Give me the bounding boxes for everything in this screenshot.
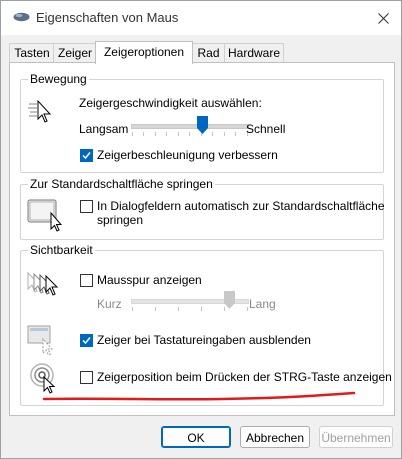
enhance-precision-label: Zeigerbeschleunigung verbessern — [97, 148, 278, 162]
checkmark-icon — [82, 337, 91, 345]
tab-hardware[interactable]: Hardware — [224, 43, 284, 63]
speed-slider-thumb[interactable] — [197, 116, 208, 134]
motion-group: Bewegung Zeigergeschwindigkeit auswählen… — [20, 72, 384, 173]
pointer-trails-checkbox[interactable] — [80, 274, 93, 287]
ctrl-locate-pointer-checkbox[interactable] — [80, 371, 93, 384]
mouse-icon — [13, 12, 30, 22]
cancel-button[interactable]: Abbrechen — [240, 426, 310, 448]
tab-label: Hardware — [227, 46, 281, 60]
speed-label: Zeigergeschwindigkeit auswählen: — [79, 96, 262, 110]
pointer-speed-icon — [28, 99, 52, 123]
close-icon — [377, 12, 389, 24]
group-label: Bewegung — [28, 72, 89, 86]
slow-label: Langsam — [79, 122, 129, 136]
trails-long-label: Lang — [249, 297, 276, 311]
group-label: Zur Standardschaltfläche springen — [28, 177, 215, 191]
snap-to-label-line2: springen — [97, 213, 144, 227]
tab-pointers[interactable]: Zeiger — [53, 43, 97, 63]
trails-short-label: Kurz — [97, 297, 122, 311]
tab-label: Zeiger — [57, 46, 92, 60]
fast-label: Schnell — [246, 122, 286, 136]
pointer-trails-icon — [27, 271, 59, 296]
snap-to-group: Zur Standardschaltfläche springen In Dia… — [20, 177, 385, 240]
ok-button[interactable]: OK — [161, 426, 231, 448]
hide-while-typing-label: Zeiger bei Tastatureingaben ausblenden — [97, 333, 311, 347]
tab-wheel[interactable]: Rad — [191, 43, 226, 63]
visibility-group: Sichtbarkeit Mausspur anzeigen Kurz Lang — [20, 243, 392, 406]
title-bar: Eigenschaften von Maus — [1, 1, 401, 35]
close-button[interactable] — [365, 1, 401, 35]
snap-to-button-icon — [27, 199, 63, 232]
group-label: Sichtbarkeit — [28, 243, 95, 257]
red-annotation-underline — [42, 391, 356, 401]
trails-slider-thumb[interactable] — [224, 291, 235, 309]
hide-while-typing-checkbox[interactable] — [80, 334, 93, 347]
speed-slider-track[interactable] — [131, 124, 249, 129]
snap-to-checkbox[interactable] — [80, 200, 93, 213]
ctrl-locate-pointer-label: Zeigerposition beim Drücken der STRG-Tas… — [97, 370, 392, 384]
tab-label: Tasten — [14, 46, 50, 60]
pointer-trails-label: Mausspur anzeigen — [97, 273, 202, 287]
tab-pointer-options[interactable]: Zeigeroptionen — [95, 41, 193, 64]
snap-to-label: In Dialogfeldern automatisch zur Standar… — [97, 199, 385, 213]
apply-button[interactable]: Übernehmen — [319, 426, 393, 448]
tab-label: Zeigeroptionen — [103, 45, 185, 59]
hide-pointer-icon — [27, 325, 54, 356]
tab-label: Rad — [197, 46, 220, 60]
enhance-precision-checkbox[interactable] — [80, 149, 93, 162]
mouse-properties-window: Eigenschaften von Maus Tasten Zeiger Zei… — [0, 0, 402, 459]
checkmark-icon — [82, 152, 91, 160]
window-title: Eigenschaften von Maus — [36, 10, 179, 25]
tab-buttons[interactable]: Tasten — [9, 43, 55, 63]
speed-slider-ticks — [132, 132, 248, 136]
tab-panel: Bewegung Zeigergeschwindigkeit auswählen… — [9, 62, 395, 416]
